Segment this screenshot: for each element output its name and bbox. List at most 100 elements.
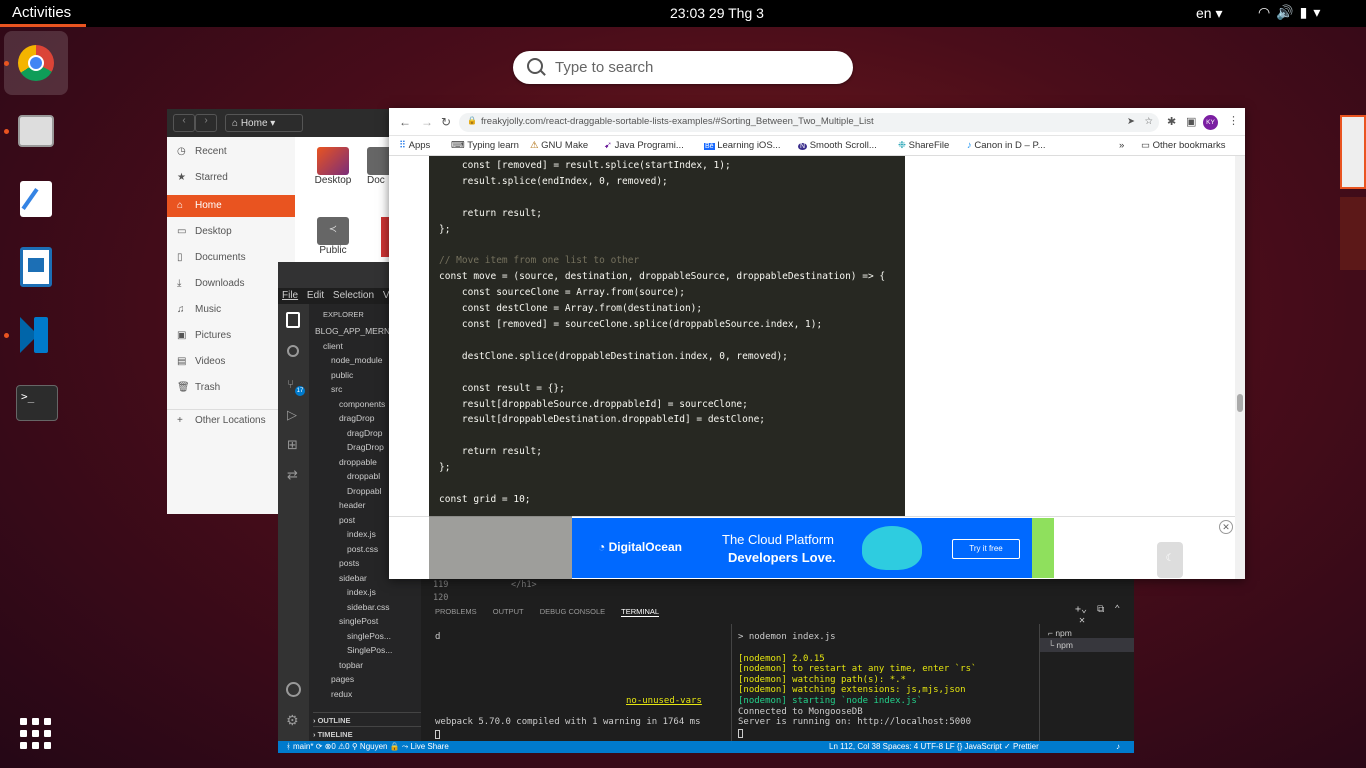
send-icon[interactable]: ➤ — [1127, 116, 1135, 127]
chevron-up-icon[interactable]: ⌃ — [1114, 604, 1120, 615]
code-line: // Move item from one list to other — [439, 255, 640, 267]
chevron-down-icon[interactable]: ⌄ — [1081, 604, 1087, 615]
star-icon[interactable]: ☆ — [1144, 116, 1153, 127]
bell-icon[interactable]: ♪ — [1116, 742, 1120, 751]
live-share-icon[interactable]: ⇄ — [287, 467, 298, 483]
sidebar-item-pictures[interactable]: ▣ Pictures — [167, 325, 295, 347]
bookmark-apps[interactable]: ⠿ Apps — [399, 140, 430, 151]
extensions-icon[interactable]: ⊞ — [287, 437, 298, 453]
tree-item[interactable]: singlePos... — [309, 631, 421, 645]
sidebar-item-videos[interactable]: ▤ Videos — [167, 351, 295, 373]
address-bar[interactable]: 🔒 freakyjolly.com/react-draggable-sortab… — [459, 113, 1159, 132]
path-home[interactable]: ⌂ Home ▾ — [225, 114, 303, 132]
bookmark-gnu-make[interactable]: ⚠ GNU Make — [530, 140, 588, 151]
explorer-icon[interactable] — [286, 312, 300, 328]
scrollbar-thumb[interactable] — [1237, 394, 1243, 412]
bookmark-smooth-scroll[interactable]: N Smooth Scroll... — [798, 140, 877, 151]
terminal-launcher[interactable]: >_ — [4, 371, 68, 435]
sidebar-item-other-locations[interactable]: + Other Locations — [167, 409, 295, 431]
sidebar-item-desktop[interactable]: ▭ Desktop — [167, 221, 295, 243]
bookmarks-overflow-icon[interactable]: » — [1119, 140, 1124, 151]
sidebar-item-music[interactable]: ♫ Music — [167, 299, 295, 321]
menu-edit[interactable]: Edit — [307, 290, 324, 301]
tab-problems[interactable]: PROBLEMS — [435, 607, 477, 616]
activities-button[interactable]: Activities — [12, 4, 71, 21]
reload-icon[interactable]: ↻ — [441, 115, 451, 129]
forward-button[interactable]: › — [195, 114, 217, 132]
folder-desktop[interactable]: Desktop — [313, 147, 353, 186]
tab-output[interactable]: OUTPUT — [493, 607, 524, 616]
ad-green-edge — [1032, 518, 1054, 578]
status-left[interactable]: ᚼ main* ⟳ ⊗0 ⚠0 ⚲ Nguyen 🔒 ⤳ Live Share — [286, 742, 449, 752]
search-input[interactable]: Type to search — [555, 59, 653, 76]
files-launcher[interactable] — [4, 99, 68, 163]
ad-close-icon[interactable]: ✕ — [1219, 520, 1233, 534]
run-debug-icon[interactable]: ▷ — [287, 407, 297, 423]
settings-gear-icon[interactable]: ⚙ — [286, 712, 299, 729]
workspace-thumbnail-1[interactable] — [1340, 115, 1366, 189]
tab-debug-console[interactable]: DEBUG CONSOLE — [540, 607, 605, 616]
code-line: </h1> — [511, 580, 537, 590]
system-menu[interactable]: ◠🔊▮▾ — [1258, 4, 1326, 21]
bookmark-learning-ios[interactable]: Bē Learning iOS... — [704, 140, 781, 151]
tab-search-icon[interactable]: ▣ — [1186, 115, 1196, 128]
ad-banner[interactable]: ◔ DigitalOcean The Cloud Platform Develo… — [572, 518, 1054, 578]
split-icon[interactable]: ⧉ — [1097, 604, 1104, 615]
bookmark-canon-in-d[interactable]: ♪ Canon in D – P... — [967, 140, 1046, 151]
account-icon[interactable] — [286, 682, 301, 697]
workspace-thumbnail-2[interactable] — [1340, 197, 1366, 270]
sidebar-item-documents[interactable]: ▯ Documents — [167, 247, 295, 269]
forward-icon[interactable]: → — [421, 115, 433, 129]
text-editor-launcher[interactable] — [4, 167, 68, 231]
clock[interactable]: 23:03 29 Thg 3 — [670, 5, 764, 21]
terminal-panel: PROBLEMS OUTPUT DEBUG CONSOLE TERMINAL +… — [421, 602, 1134, 741]
tree-item[interactable]: index.js — [309, 587, 421, 601]
menu-icon[interactable]: ⋮ — [1228, 114, 1239, 127]
writer-launcher[interactable] — [4, 235, 68, 299]
bookmark-typing-learn[interactable]: ⌨ Typing learn — [451, 140, 519, 151]
terminal-left[interactable]: d no-unused-vars webpack 5.70.0 compiled… — [435, 632, 717, 740]
tree-item[interactable]: SinglePos... — [309, 645, 421, 659]
page-scrollbar[interactable] — [1235, 156, 1245, 579]
other-bookmarks[interactable]: ▭ Other bookmarks — [1141, 140, 1226, 151]
folder-public[interactable]: ≺ Public — [313, 217, 353, 256]
menu-selection[interactable]: Selection — [333, 290, 374, 301]
document-icon: ▯ — [177, 252, 183, 263]
code-line: result[droppableDestination.droppableId]… — [439, 414, 766, 426]
terminal-tab[interactable]: ⌐ npm — [1040, 624, 1134, 638]
sidebar-item-downloads[interactable]: ⤓ Downloads — [167, 273, 295, 295]
menu-file[interactable]: File — [282, 290, 298, 301]
show-apps-button[interactable] — [20, 718, 52, 750]
sidebar-item-starred[interactable]: ★ Starred — [167, 167, 295, 189]
chrome-launcher[interactable] — [4, 31, 68, 95]
vscode-launcher[interactable] — [4, 303, 68, 367]
status-right[interactable]: Ln 112, Col 38 Spaces: 4 UTF-8 LF {} Jav… — [829, 742, 1039, 751]
dark-mode-toggle[interactable]: ☾ — [1157, 542, 1183, 578]
profile-avatar[interactable]: KY — [1203, 115, 1218, 130]
ad-cta-button[interactable]: Try it free — [952, 539, 1020, 559]
bookmark-java-programming[interactable]: ➹ Java Programi... — [604, 140, 684, 151]
language-selector[interactable]: en ▾ — [1196, 5, 1223, 22]
activities-search[interactable]: Type to search — [513, 51, 853, 84]
back-icon[interactable]: ← — [399, 115, 411, 129]
tree-item[interactable]: topbar — [309, 660, 421, 674]
sidebar-item-trash[interactable]: 🗑 Trash — [167, 377, 295, 399]
sidebar-item-home[interactable]: ⌂ Home — [167, 195, 295, 217]
tree-item[interactable]: singlePost — [309, 616, 421, 630]
sidebar-item-recent[interactable]: ◷ Recent — [167, 141, 295, 163]
tree-item[interactable]: pages — [309, 674, 421, 688]
back-button[interactable]: ‹ — [173, 114, 195, 132]
extensions-icon[interactable]: ✱ — [1167, 115, 1176, 128]
folder-templates[interactable] — [381, 217, 389, 257]
bookmark-sharefile[interactable]: ❉ ShareFile — [898, 140, 949, 151]
timeline-section[interactable]: › TIMELINE — [313, 726, 421, 739]
terminal-tab[interactable]: └ npm — [1040, 638, 1134, 652]
outline-section[interactable]: › OUTLINE — [313, 712, 421, 725]
editor-gutter: 119 </h1> 120 — [421, 578, 1134, 602]
tree-item[interactable]: sidebar.css — [309, 602, 421, 616]
terminal-right[interactable]: > nodemon index.js [nodemon] 2.0.15 [nodem… — [738, 632, 1038, 740]
tree-item[interactable]: redux — [309, 689, 421, 703]
tab-terminal[interactable]: TERMINAL — [621, 607, 660, 617]
search-icon[interactable] — [287, 345, 299, 357]
ad-headline-1: The Cloud Platform — [722, 532, 834, 547]
